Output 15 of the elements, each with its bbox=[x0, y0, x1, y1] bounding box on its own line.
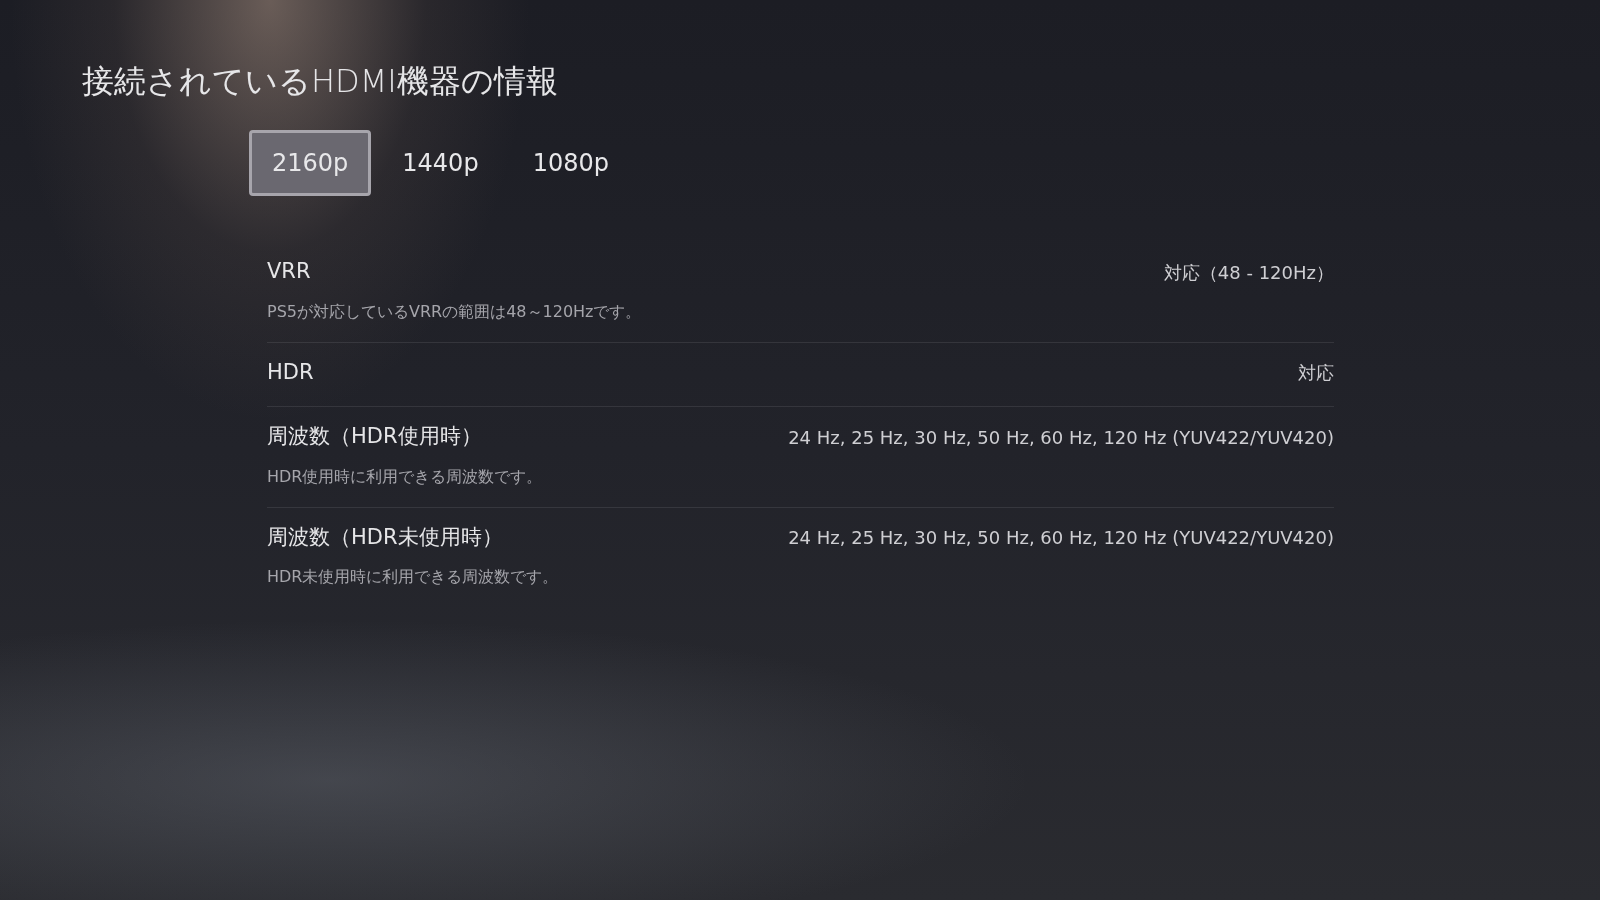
setting-value: 24 Hz, 25 Hz, 30 Hz, 50 Hz, 60 Hz, 120 Hz (YUV422/YUV420) bbox=[788, 425, 1334, 450]
setting-description: PS5が対応しているVRRの範囲は48～120Hzです。 bbox=[267, 300, 643, 323]
page-title: 接続されているHDMI機器の情報 bbox=[82, 62, 559, 101]
setting-description: HDR未使用時に利用できる周波数です。 bbox=[267, 566, 560, 589]
resolution-tab[interactable]: 2160p bbox=[249, 130, 372, 197]
setting-label: 周波数（HDR使用時） bbox=[267, 423, 482, 451]
setting-description: HDR使用時に利用できる周波数です。 bbox=[267, 465, 544, 488]
resolution-tab[interactable]: 1440p bbox=[379, 130, 502, 197]
setting-value: 24 Hz, 25 Hz, 30 Hz, 50 Hz, 60 Hz, 120 Hz (YUV422/YUV420) bbox=[788, 526, 1334, 551]
setting-label: 周波数（HDR未使用時） bbox=[267, 523, 503, 551]
resolution-tab[interactable]: 1080p bbox=[509, 130, 632, 197]
setting-value: 対応 bbox=[1298, 361, 1334, 386]
setting-label: VRR bbox=[267, 258, 311, 286]
setting-value: 対応（48 - 120Hz） bbox=[1163, 260, 1334, 285]
setting-label: HDR bbox=[267, 358, 314, 386]
